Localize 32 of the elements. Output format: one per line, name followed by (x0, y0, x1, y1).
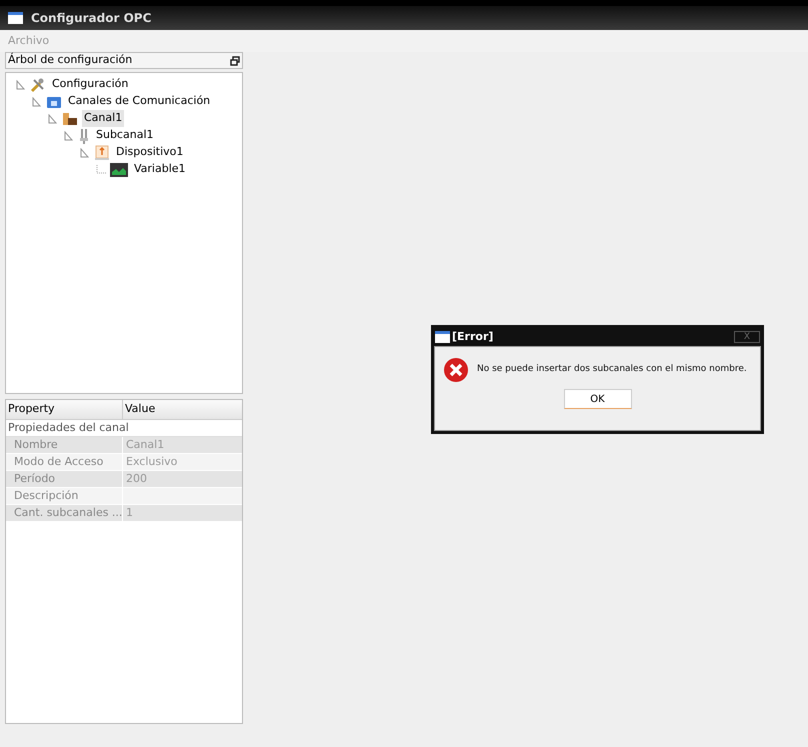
chart-monitor-icon (110, 162, 128, 176)
property-value: Canal1 (125, 437, 166, 453)
tree-item[interactable]: Canal1 (82, 110, 124, 127)
property-value: 1 (125, 505, 134, 521)
window-icon (435, 331, 450, 343)
property-name: Nombre (6, 437, 123, 453)
window-title: Configurador OPC (31, 10, 152, 27)
tree-line-icon (96, 164, 106, 174)
boxes-icon (62, 110, 78, 126)
tools-icon (30, 76, 46, 92)
window-icon (8, 12, 23, 24)
tree-item[interactable]: Subcanal1 (94, 127, 156, 144)
tree-item[interactable]: Configuración (50, 76, 130, 93)
tree-item[interactable]: Canales de Comunicación (66, 93, 212, 110)
tree-item[interactable]: Dispositivo1 (114, 144, 186, 161)
error-message: No se puede insertar dos subcanales con el mismo nombre. (477, 363, 747, 376)
dialog-title: [Error] (452, 328, 494, 345)
property-value: Exclusivo (125, 454, 178, 470)
property-name: Descripción (6, 488, 123, 504)
column-header[interactable]: Value (123, 400, 242, 419)
plug-icon (78, 128, 90, 144)
property-name: Modo de Acceso (6, 454, 123, 470)
device-icon (94, 144, 110, 160)
restore-icon[interactable] (230, 56, 240, 66)
error-icon (443, 357, 469, 383)
ok-button[interactable]: OK (564, 389, 632, 409)
property-name: Período (6, 471, 123, 487)
property-value: 200 (125, 471, 148, 487)
tree-item[interactable]: Variable1 (132, 161, 188, 178)
panel-title: Árbol de configuración (8, 52, 132, 68)
column-header[interactable]: Property (6, 400, 123, 419)
property-name: Cant. subcanales ... (6, 505, 123, 521)
